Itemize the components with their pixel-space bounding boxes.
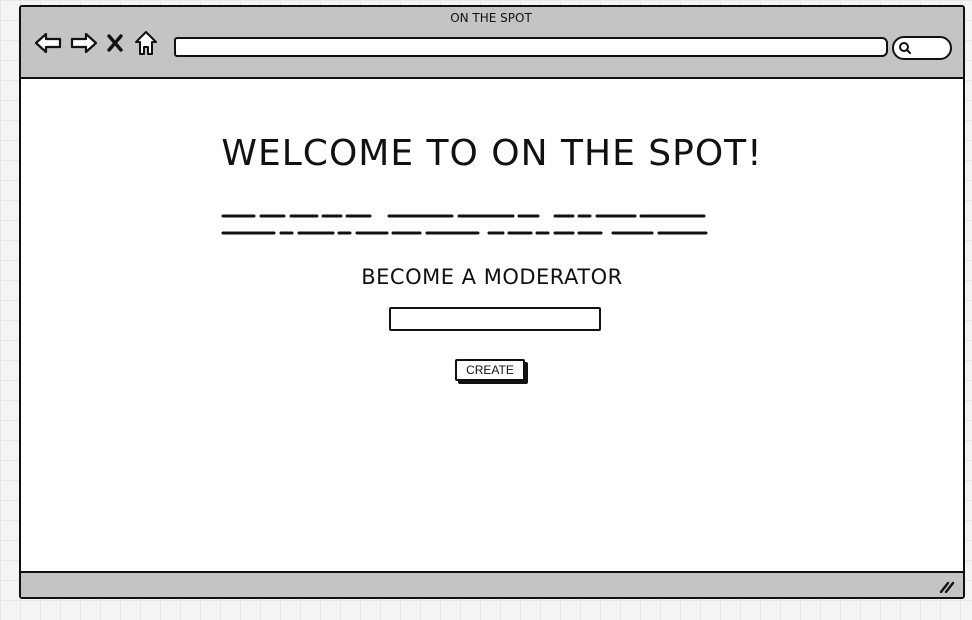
window-title: ON THE SPOT	[450, 11, 532, 25]
placeholder-text-line-2	[221, 231, 709, 235]
status-bar	[21, 571, 963, 597]
search-field[interactable]	[892, 36, 952, 60]
stop-button[interactable]	[105, 29, 125, 57]
placeholder-text-line-1	[221, 214, 707, 218]
page-title: WELCOME TO ON THE SPOT!	[221, 133, 763, 174]
arrow-left-icon	[34, 32, 62, 54]
close-icon	[107, 34, 123, 52]
forward-button[interactable]	[69, 29, 99, 57]
moderator-name-input[interactable]	[389, 307, 601, 331]
resize-grip-icon[interactable]	[939, 581, 955, 593]
address-bar[interactable]	[174, 37, 888, 57]
home-icon	[135, 31, 157, 55]
search-icon	[899, 42, 911, 54]
moderator-heading: BECOME A MODERATOR	[361, 265, 623, 289]
browser-toolbar: ON THE SPOT	[21, 7, 963, 79]
create-button[interactable]: CREATE	[455, 359, 525, 381]
home-button[interactable]	[133, 29, 159, 57]
arrow-right-icon	[70, 32, 98, 54]
browser-window: ON THE SPOT WELCOME TO ON THE SPOT! BECO…	[19, 5, 965, 599]
back-button[interactable]	[33, 29, 63, 57]
page-content: WELCOME TO ON THE SPOT! BECOME A MODERAT…	[21, 79, 963, 571]
